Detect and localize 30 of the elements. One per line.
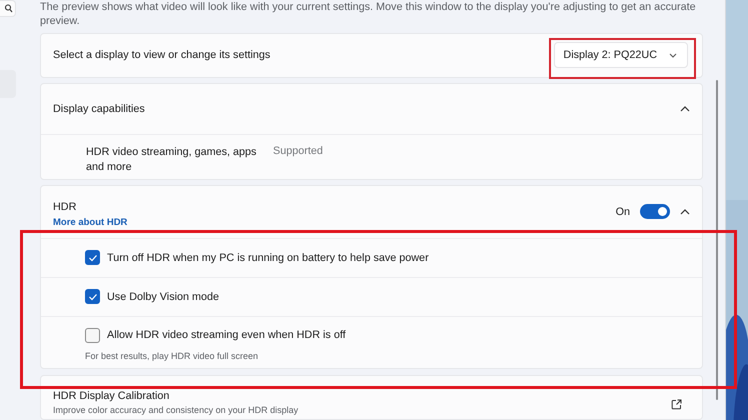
option-label: Allow HDR video streaming even when HDR is off	[107, 329, 346, 342]
hdr-title: HDR	[53, 201, 78, 214]
external-link-icon[interactable]	[671, 398, 682, 410]
capabilities-header[interactable]: Display capabilities	[41, 84, 702, 134]
checkbox[interactable]	[85, 289, 100, 304]
capability-value: Supported	[272, 144, 323, 159]
calibration-title: HDR Display Calibration	[53, 390, 170, 402]
hdr-toggle[interactable]	[640, 204, 670, 220]
chevron-icon[interactable]	[680, 208, 690, 215]
option-label: Use Dolby Vision mode	[107, 290, 220, 303]
intro-text: The preview shows what video will look like with your current settings. Move this window to the display you're adjusting to get an accurate preview.	[40, 0, 697, 28]
calibration-card[interactable]: HDR Display Calibration Improve color accuracy and consistency on your HDR display	[40, 374, 703, 420]
checkmark-icon	[88, 254, 98, 262]
display-dropdown[interactable]: Display 2: PQ22UC	[554, 42, 688, 68]
search-field[interactable]	[0, 0, 16, 17]
capabilities-title: Display capabilities	[53, 102, 145, 115]
calibration-description: Improve color accuracy and consistency on your HDR display	[53, 404, 298, 415]
checkbox[interactable]	[85, 328, 100, 343]
toggle-state-label: On	[616, 206, 630, 218]
chevron-icon[interactable]	[680, 106, 690, 112]
search-icon	[5, 4, 13, 13]
chevron-down-icon	[669, 52, 677, 58]
more-about-link[interactable]: More about HDR	[53, 217, 128, 228]
option-hint: For best results, play HDR video full screen	[85, 350, 260, 361]
checkmark-icon	[88, 292, 98, 301]
option-label: Turn off HDR when my PC is running on battery to help save power	[107, 252, 429, 264]
display-select-label: Select a display to view or change its settings	[53, 49, 270, 62]
scrollbar[interactable]	[716, 80, 718, 400]
checkbox[interactable]	[85, 250, 100, 266]
capability-name: HDR video streaming, games, apps and more	[86, 144, 258, 172]
